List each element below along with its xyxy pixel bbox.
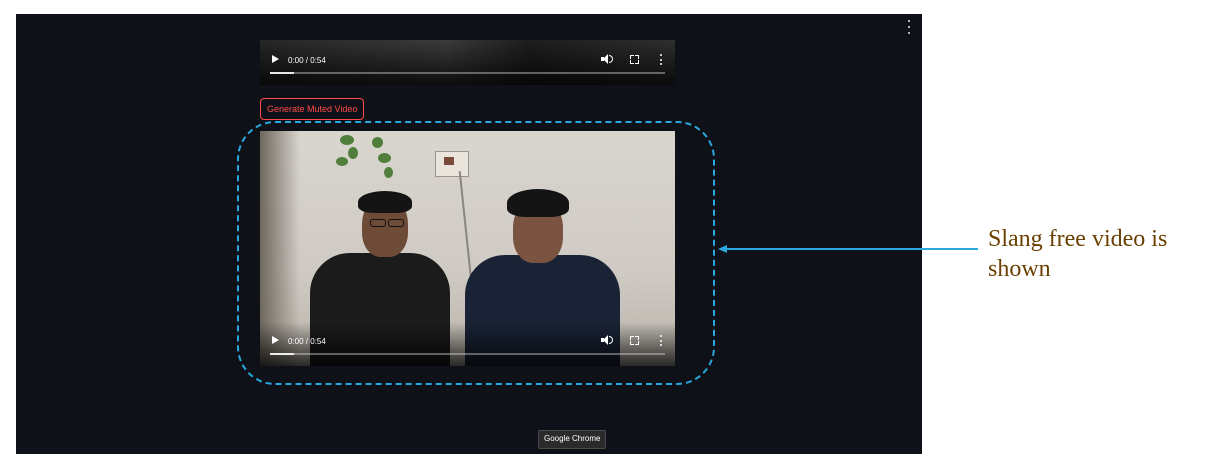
original-video-player[interactable]: 0:00 / 0:54 xyxy=(260,40,675,85)
menu-dot xyxy=(908,26,910,28)
video-time: 0:00 / 0:54 xyxy=(288,56,326,65)
buffer-bar xyxy=(270,72,294,74)
progress-track[interactable] xyxy=(270,72,665,74)
taskbar-tooltip: Google Chrome xyxy=(538,430,607,449)
video-controls: 0:00 / 0:54 xyxy=(260,41,675,85)
more-options-icon[interactable] xyxy=(659,54,663,65)
menu-dot xyxy=(908,32,910,34)
menu-dot xyxy=(908,20,910,22)
arrow-line xyxy=(726,248,978,250)
volume-icon[interactable] xyxy=(601,53,613,65)
highlight-outline xyxy=(237,121,715,385)
annotation-text: Slang free video is shown xyxy=(988,226,1168,282)
generate-muted-video-button[interactable]: Generate Muted Video xyxy=(260,98,365,120)
main-menu-button[interactable] xyxy=(904,20,914,34)
play-icon[interactable] xyxy=(272,55,279,63)
fullscreen-icon[interactable] xyxy=(630,55,639,64)
